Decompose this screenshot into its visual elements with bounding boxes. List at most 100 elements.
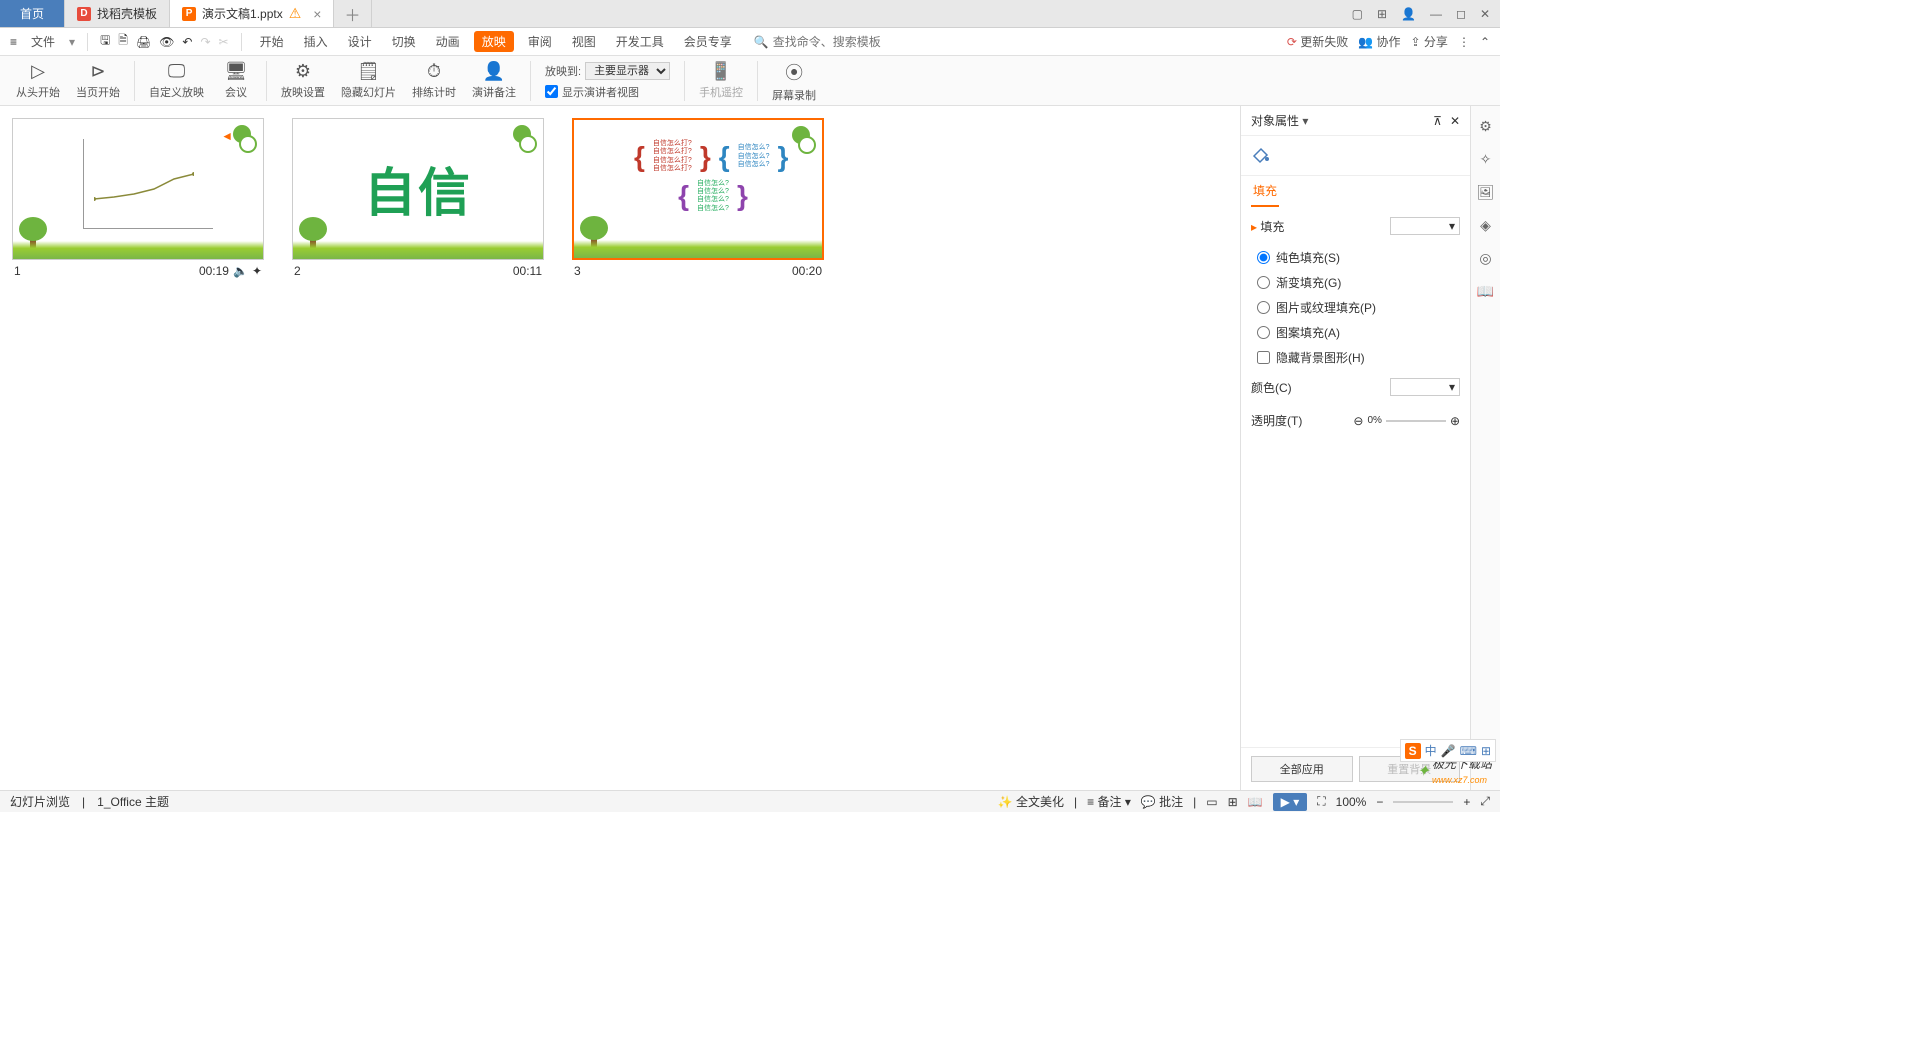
apply-all-button[interactable]: 全部应用	[1251, 756, 1353, 782]
save-icon[interactable]: 🖫	[100, 31, 110, 52]
menu-icon[interactable]: ≡	[10, 35, 17, 49]
tab-file[interactable]: P 演示文稿1.pptx ⚠ ×	[170, 0, 334, 27]
update-fail[interactable]: ⟳ 更新失败	[1287, 33, 1348, 50]
person-icon: 👤	[483, 61, 505, 82]
image-icon[interactable]: 🖼	[1477, 184, 1495, 201]
fill-tab[interactable]: 填充	[1251, 176, 1279, 207]
brace-diagram: {自信怎么打?自信怎么打?自信怎么打?自信怎么打?} {自信怎么?自信怎么?自信…	[634, 140, 792, 213]
fit-icon[interactable]: ⛶	[1317, 794, 1325, 809]
hide-slide-button[interactable]: 🗒隐藏幻灯片	[335, 59, 402, 102]
phone-remote-button[interactable]: 📱手机遥控	[693, 59, 749, 102]
color-dropdown[interactable]: ▾	[1390, 378, 1460, 396]
slide-thumb-3[interactable]: {自信怎么打?自信怎么打?自信怎么打?自信怎么打?} {自信怎么?自信怎么?自信…	[572, 118, 824, 260]
hide-bg-checkbox[interactable]: 隐藏背景图形(H)	[1257, 349, 1454, 366]
read-icon[interactable]: 📖	[1477, 283, 1494, 300]
file-menu[interactable]: 文件	[25, 31, 61, 52]
fullscreen-icon[interactable]: ⤢	[1480, 794, 1490, 809]
maximize-icon[interactable]: ◻	[1456, 7, 1466, 21]
menu-member[interactable]: 会员专享	[678, 31, 738, 52]
print-icon[interactable]: 🖨	[136, 35, 151, 49]
minus-icon[interactable]: ⊖	[1353, 414, 1363, 428]
show-settings-button[interactable]: ⚙放映设置	[275, 59, 331, 102]
slide-thumb-1[interactable]: ◄	[12, 118, 264, 260]
close-window-icon[interactable]: ✕	[1480, 7, 1490, 21]
layout-icon[interactable]: ▢	[1352, 7, 1363, 21]
notes-button[interactable]: 👤演讲备注	[466, 59, 522, 102]
chevron-down-icon[interactable]: ▾	[69, 35, 75, 49]
menu-insert[interactable]: 插入	[298, 31, 334, 52]
transparency-slider[interactable]: ⊖ 0% ⊕	[1353, 414, 1460, 428]
saveas-icon[interactable]: 🗎	[118, 31, 128, 52]
slide-3-wrap: {自信怎么打?自信怎么打?自信怎么打?自信怎么打?} {自信怎么?自信怎么?自信…	[572, 118, 824, 282]
camera-icon: ⦿	[785, 59, 803, 85]
user-icon[interactable]: 👤	[1401, 7, 1416, 21]
view-reading-icon[interactable]: 📖	[1248, 795, 1263, 809]
pattern-fill-radio[interactable]: 图案填充(A)	[1257, 324, 1454, 341]
zoom-slider[interactable]	[1393, 801, 1453, 803]
close-panel-icon[interactable]: ✕	[1450, 114, 1460, 128]
location-icon[interactable]: ◎	[1479, 250, 1491, 267]
preview-icon[interactable]: 👁	[159, 35, 174, 49]
play-circle-icon: ⊳	[90, 61, 105, 82]
settings-icon[interactable]: ⚙	[1479, 118, 1492, 135]
plus-icon[interactable]: ⊕	[1450, 414, 1460, 428]
titlebar: 首页 D 找稻壳模板 P 演示文稿1.pptx ⚠ × ＋ ▢ ⊞ 👤 — ◻ …	[0, 0, 1500, 28]
minimize-icon[interactable]: —	[1430, 7, 1442, 21]
beautify-button[interactable]: ✨ 全文美化	[998, 793, 1064, 810]
warning-icon: ⚠	[289, 5, 302, 22]
notes-toggle[interactable]: ≡ 备注 ▾	[1087, 793, 1131, 810]
record-button[interactable]: ⦿屏幕录制	[766, 57, 822, 105]
scissors-icon[interactable]: ✂	[219, 35, 229, 49]
redo-icon[interactable]: ↷	[200, 35, 210, 49]
search-box[interactable]: 🔍	[754, 35, 893, 49]
slideshow-button[interactable]: ▶ ▾	[1273, 793, 1308, 811]
share-button[interactable]: ⇪ 分享	[1411, 33, 1448, 50]
meeting-button[interactable]: 🖥会议	[214, 59, 258, 102]
monitor-select[interactable]: 主要显示器	[585, 62, 670, 80]
pin-icon[interactable]: ⊼	[1433, 114, 1442, 128]
solid-fill-radio[interactable]: 纯色填充(S)	[1257, 249, 1454, 266]
fill-dropdown[interactable]: ▾	[1390, 217, 1460, 235]
style-icon[interactable]: ✧	[1480, 151, 1492, 168]
view-sorter-icon[interactable]: ⊞	[1228, 795, 1238, 809]
slide-2-wrap: 自信 200:11	[292, 118, 544, 282]
view-normal-icon[interactable]: ▭	[1206, 795, 1217, 809]
tab-home[interactable]: 首页	[0, 0, 65, 27]
picture-fill-radio[interactable]: 图片或纹理填充(P)	[1257, 299, 1454, 316]
toolbar: ≡ 文件 ▾ 🖫 🗎 🖨 👁 ↶ ↷ ✂ 开始 插入 设计 切换 动画 放映 审…	[0, 28, 1500, 56]
paint-bucket-icon[interactable]	[1251, 144, 1271, 164]
tab-template[interactable]: D 找稻壳模板	[65, 0, 170, 27]
zoom-in-icon[interactable]: +	[1463, 795, 1470, 809]
gradient-fill-radio[interactable]: 渐变填充(G)	[1257, 274, 1454, 291]
slide-1-wrap: ◄ 1 00:19 🔈 ✦	[12, 118, 264, 282]
menu-dev[interactable]: 开发工具	[610, 31, 670, 52]
menu-animation[interactable]: 动画	[430, 31, 466, 52]
menu-slideshow[interactable]: 放映	[474, 31, 514, 52]
comment-toggle[interactable]: 💬 批注	[1141, 793, 1183, 810]
fill-section-label[interactable]: ▸ 填充	[1251, 218, 1284, 235]
menu-transition[interactable]: 切换	[386, 31, 422, 52]
custom-show-button[interactable]: 🖵自定义放映	[143, 59, 210, 102]
grid-icon[interactable]: ⊞	[1377, 7, 1387, 21]
tab-add[interactable]: ＋	[334, 0, 371, 27]
from-page-button[interactable]: ⊳当页开始	[70, 59, 126, 102]
menu-design[interactable]: 设计	[342, 31, 378, 52]
menu-view[interactable]: 视图	[566, 31, 602, 52]
zoom-out-icon[interactable]: −	[1376, 795, 1383, 809]
close-icon[interactable]: ×	[307, 6, 321, 22]
more-icon[interactable]: ⋮	[1458, 35, 1470, 49]
rehearse-button[interactable]: ⏱排练计时	[406, 59, 462, 102]
effects-icon[interactable]: ◈	[1480, 217, 1491, 234]
presenter-checkbox[interactable]	[545, 85, 558, 98]
search-input[interactable]	[773, 35, 893, 49]
ime-bar[interactable]: S 中 🎤 ⌨ ⊞	[1400, 739, 1496, 762]
anim-icon: ◄	[221, 129, 233, 143]
menu-start[interactable]: 开始	[254, 31, 290, 52]
collab-button[interactable]: 👥 协作	[1358, 33, 1400, 50]
slide-num: 1	[14, 264, 21, 278]
collapse-icon[interactable]: ⌃	[1480, 35, 1490, 49]
slide-thumb-2[interactable]: 自信	[292, 118, 544, 260]
undo-icon[interactable]: ↶	[182, 35, 192, 49]
menu-review[interactable]: 审阅	[522, 31, 558, 52]
from-start-button[interactable]: ▷从头开始	[10, 59, 66, 102]
